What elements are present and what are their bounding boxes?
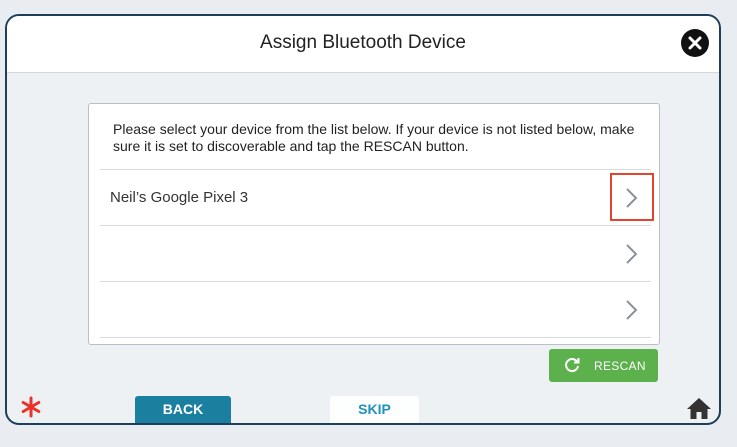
header: Assign Bluetooth Device [7, 16, 719, 73]
device-row[interactable]: Neil’s Google Pixel 3 [100, 169, 654, 225]
device-name: Neil’s Google Pixel 3 [110, 189, 249, 206]
close-button[interactable] [681, 29, 709, 57]
chevron-right-icon[interactable] [621, 299, 641, 321]
chevron-right-icon[interactable] [621, 187, 641, 209]
page-title: Assign Bluetooth Device [260, 32, 466, 53]
home-icon[interactable] [686, 396, 712, 420]
instructions-text: Please select your device from the list … [113, 121, 635, 154]
device-panel: Please select your device from the list … [88, 103, 660, 345]
chevron-right-icon[interactable] [621, 243, 641, 265]
back-button[interactable]: BACK [135, 396, 231, 423]
refresh-icon [565, 358, 580, 373]
footer: BACK SKIP [7, 393, 719, 423]
device-row[interactable] [100, 225, 651, 281]
rescan-label: RESCAN [594, 359, 646, 373]
asterisk-icon[interactable] [19, 395, 43, 419]
device-row[interactable] [100, 281, 651, 338]
close-icon [688, 36, 702, 50]
rescan-button[interactable]: RESCAN [549, 349, 658, 382]
skip-button[interactable]: SKIP [330, 396, 419, 423]
app-frame: Assign Bluetooth Device Please select yo… [5, 14, 721, 425]
device-list: Neil’s Google Pixel 3 [100, 169, 654, 338]
